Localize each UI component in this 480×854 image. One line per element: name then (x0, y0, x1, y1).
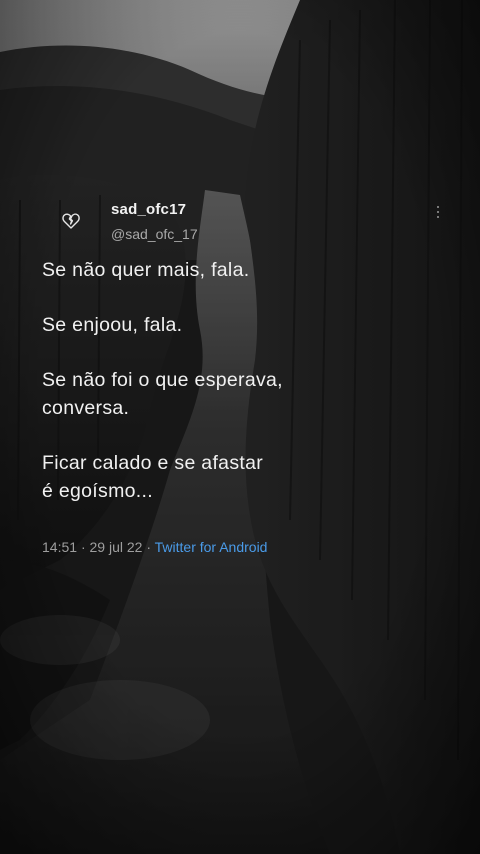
tweet-text: Se não quer mais, fala. Se enjoou, fala.… (42, 256, 462, 532)
tweet-date: 29 jul 22 (89, 539, 143, 555)
dot (437, 206, 439, 208)
username[interactable]: sad_ofc17 (111, 201, 186, 218)
tweet-metadata: 14:51 · 29 jul 22 · Twitter for Android (42, 539, 267, 555)
separator: · (146, 539, 151, 555)
tweet-line: Se não foi o que esperava, (42, 369, 283, 391)
tweet-line: Se enjoou, fala. (42, 314, 183, 336)
dot (437, 211, 439, 213)
tweet-paragraph: Ficar calado e se afastar é egoísmo... (42, 449, 462, 505)
dot (437, 216, 439, 218)
more-vertical-icon[interactable] (430, 200, 446, 224)
tweet-line: é egoísmo... (42, 480, 153, 502)
tweet-line: Ficar calado e se afastar (42, 452, 264, 474)
user-handle[interactable]: @sad_ofc_17 (111, 226, 198, 242)
tweet-card: sad_ofc17 @sad_ofc_17 Se não quer mais, … (0, 0, 480, 854)
separator: · (80, 539, 86, 555)
tweet-paragraph: Se não foi o que esperava, conversa. (42, 366, 462, 422)
tweet-time: 14:51 (42, 539, 78, 555)
broken-heart-icon[interactable] (56, 206, 86, 236)
tweet-paragraph: Se enjoou, fala. (42, 311, 462, 339)
tweet-line: Se não quer mais, fala. (42, 259, 250, 281)
tweet-paragraph: Se não quer mais, fala. (42, 256, 462, 284)
tweet-client-link[interactable]: Twitter for Android (155, 539, 268, 555)
tweet-line: conversa. (42, 397, 130, 419)
